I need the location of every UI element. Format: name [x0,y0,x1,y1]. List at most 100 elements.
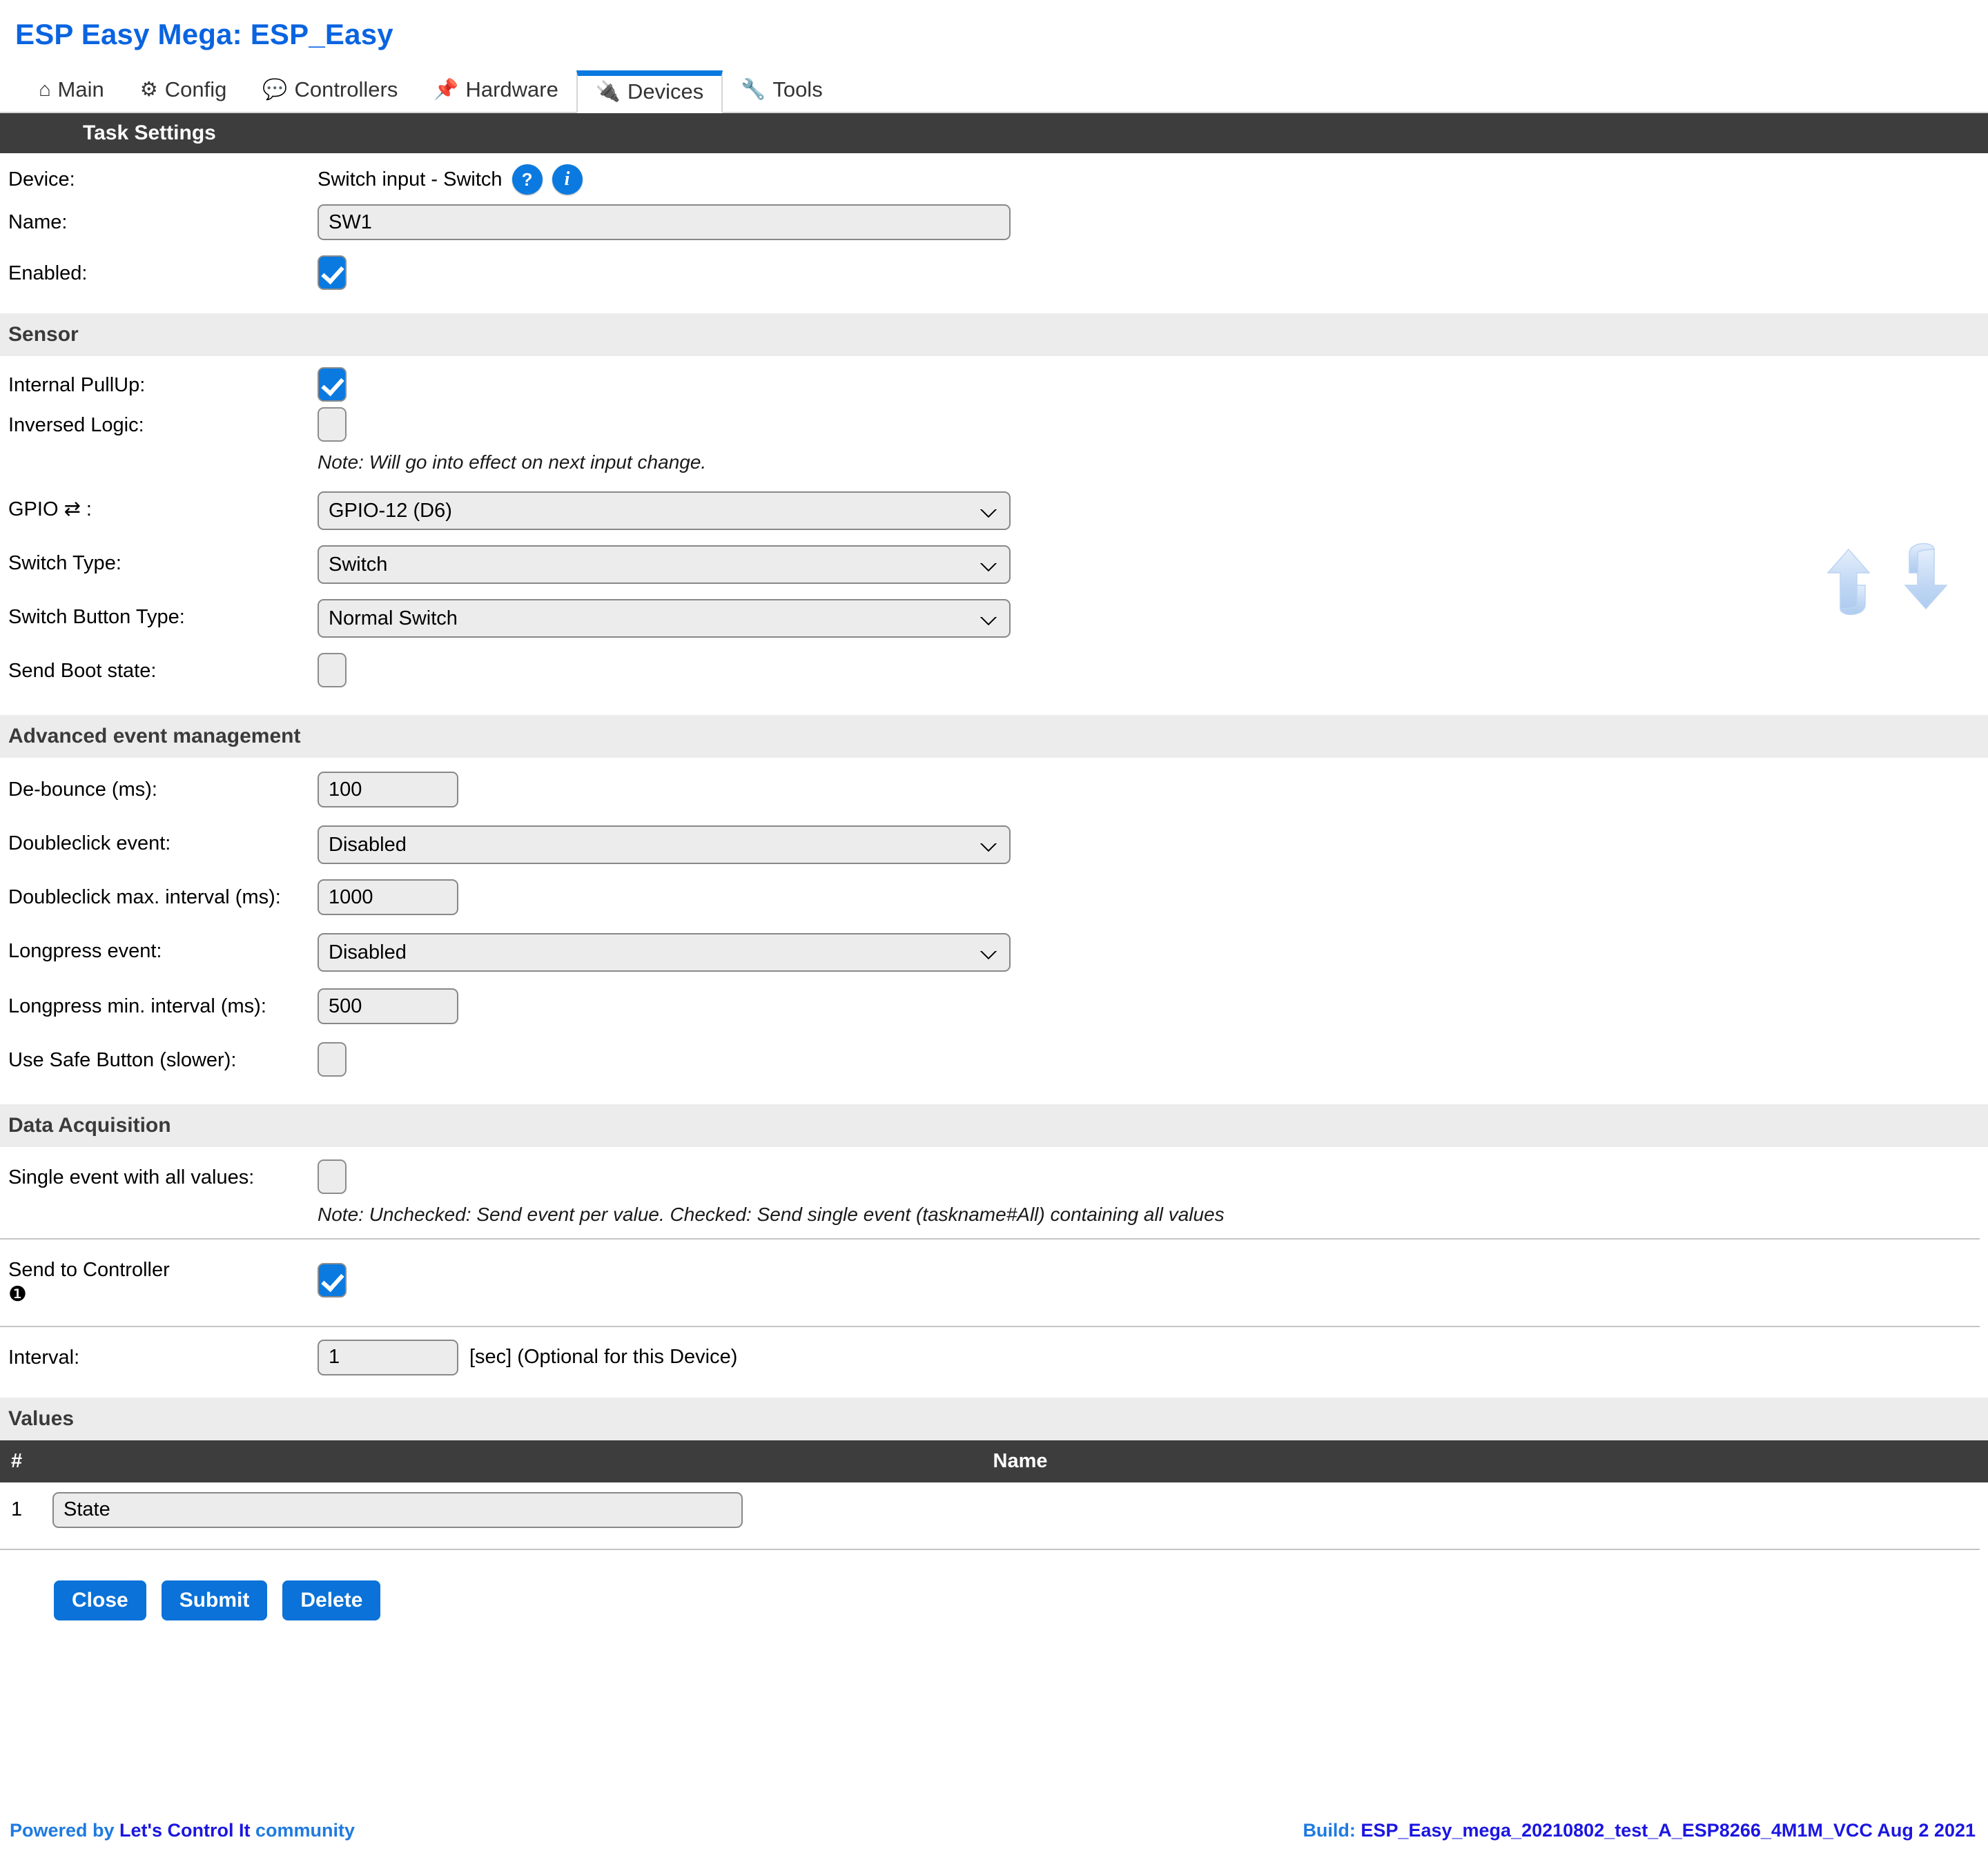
tab-label: Main [57,77,104,101]
switch-type-select[interactable]: Switch [318,545,1011,584]
row-send-boot-state: Send Boot state: [0,653,1988,693]
plug-icon: 🔌 [595,80,621,103]
footer-build-info: Build: ESP_Easy_mega_20210802_test_A_ESP… [1303,1820,1976,1841]
footer: Powered by Let's Control It community Bu… [0,1820,1988,1841]
section-task-settings: Task Settings [0,113,1988,153]
section-sensor: Sensor [0,313,1988,356]
tab-tools[interactable]: 🔧 Tools [723,69,840,112]
interval-input[interactable] [318,1339,458,1375]
inversed-logic-label: Inversed Logic: [8,414,144,436]
row-internal-pullup: Internal PullUp: [0,367,1988,407]
tab-label: Hardware [465,77,558,101]
powered-suffix: community [250,1820,355,1841]
name-input[interactable] [318,204,1011,240]
row-safe-button: Use Safe Button (slower): [0,1042,1988,1082]
longpress-event-label: Longpress event: [8,940,162,962]
longpress-interval-label: Longpress min. interval (ms): [8,995,266,1017]
switch-button-type-select[interactable]: Normal Switch [318,599,1011,638]
inversed-logic-note: Note: Will go into effect on next input … [318,451,707,473]
safe-button-label: Use Safe Button (slower): [8,1049,237,1071]
send-boot-state-checkbox[interactable] [318,653,347,687]
tab-label: Devices [627,79,704,104]
footer-powered-by: Powered by Let's Control It community [10,1820,355,1841]
section-values: Values [0,1397,1988,1440]
submit-button[interactable]: Submit [161,1580,268,1620]
row-send-to-controller: Send to Controller ❶ [0,1252,1988,1308]
value-name-input[interactable] [52,1491,743,1528]
wrench-icon: 🔧 [741,78,766,101]
row-single-event: Single event with all values: Note: Unch… [0,1159,1988,1226]
tab-label: Tools [772,77,823,101]
safe-button-checkbox[interactable] [318,1042,347,1077]
switch-button-type-label: Switch Button Type: [8,606,185,628]
gpio-select[interactable]: GPIO-12 (D6) [318,491,1011,530]
row-longpress-interval: Longpress min. interval (ms): [0,988,1988,1027]
home-icon: ⌂ [39,78,51,101]
info-badge-icon[interactable]: i [552,164,583,195]
doubleclick-interval-label: Doubleclick max. interval (ms): [8,886,281,908]
section-advanced-event-management: Advanced event management [0,715,1988,758]
send-to-controller-checkbox[interactable] [318,1263,347,1297]
row-gpio: GPIO ⇄ : GPIO-12 (D6) [0,491,1988,530]
value-index: 1 [11,1498,23,1520]
name-label: Name: [8,211,68,233]
tab-config[interactable]: ⚙ Config [122,69,245,112]
longpress-event-select[interactable]: Disabled [318,933,1011,972]
divider [0,1238,1980,1240]
row-switch-type: Switch Type: Switch [0,545,1988,584]
internal-pullup-label: Internal PullUp: [8,374,146,396]
device-label: Device: [8,168,75,190]
tab-devices[interactable]: 🔌 Devices [576,70,723,113]
gpio-label: GPIO ⇄ : [8,498,92,520]
interval-label: Interval: [8,1346,80,1369]
tab-label: Config [164,77,227,101]
send-to-controller-text: Send to Controller [8,1259,170,1281]
page-title: ESP Easy Mega: ESP_Easy [15,18,393,50]
tab-controllers[interactable]: 💬 Controllers [244,69,416,112]
table-row: 1 [0,1482,1988,1538]
send-boot-state-label: Send Boot state: [8,660,157,682]
single-event-label: Single event with all values: [8,1166,255,1188]
row-name: Name: [0,204,1988,243]
close-button[interactable]: Close [54,1580,146,1620]
speech-bubble-icon: 💬 [262,78,288,101]
delete-button[interactable]: Delete [282,1580,381,1620]
row-switch-button-type: Switch Button Type: Normal Switch [0,599,1988,638]
lets-control-it-link[interactable]: Let's Control It [119,1820,250,1841]
interval-suffix: [sec] (Optional for this Device) [469,1346,738,1368]
send-to-controller-label: Send to Controller ❶ [8,1252,318,1308]
controller-number-icon: ❶ [8,1283,27,1306]
internal-pullup-checkbox[interactable] [318,367,347,402]
single-event-checkbox[interactable] [318,1159,347,1194]
values-col-index: # [0,1440,52,1482]
help-badge-icon[interactable]: ? [511,164,543,195]
value-name-cell [52,1482,1988,1538]
values-col-name: Name [52,1440,1988,1482]
doubleclick-interval-input[interactable] [318,879,458,915]
enabled-checkbox[interactable] [318,255,347,290]
values-table-header-row: # Name [0,1440,1988,1482]
build-label: Build: [1303,1820,1361,1841]
main-tabbar: ⌂ Main ⚙ Config 💬 Controllers 📌 Hardware… [0,69,1988,113]
row-longpress-event: Longpress event: Disabled [0,933,1988,972]
debounce-input[interactable] [318,772,458,807]
inversed-logic-checkbox[interactable] [318,407,347,442]
row-debounce: De-bounce (ms): [0,772,1988,810]
enabled-label: Enabled: [8,262,88,284]
longpress-interval-input[interactable] [318,988,458,1024]
tab-hardware[interactable]: 📌 Hardware [416,69,576,112]
values-table: # Name 1 [0,1440,1988,1538]
action-button-bar: Close Submit Delete [0,1563,1988,1620]
row-inversed-logic: Inversed Logic: Note: Will go into effec… [0,407,1988,473]
tab-main[interactable]: ⌂ Main [21,69,122,112]
device-value: Switch input - Switch [318,168,503,190]
divider [0,1548,1980,1550]
row-device: Device: Switch input - Switch ? i [0,153,1988,195]
row-doubleclick-interval: Doubleclick max. interval (ms): [0,879,1988,918]
powered-prefix: Powered by [10,1820,120,1841]
doubleclick-event-select[interactable]: Disabled [318,825,1011,864]
row-interval: Interval: [sec] (Optional for this Devic… [0,1339,1988,1378]
divider [0,1325,1980,1327]
debounce-label: De-bounce (ms): [8,778,157,801]
section-data-acquisition: Data Acquisition [0,1104,1988,1147]
